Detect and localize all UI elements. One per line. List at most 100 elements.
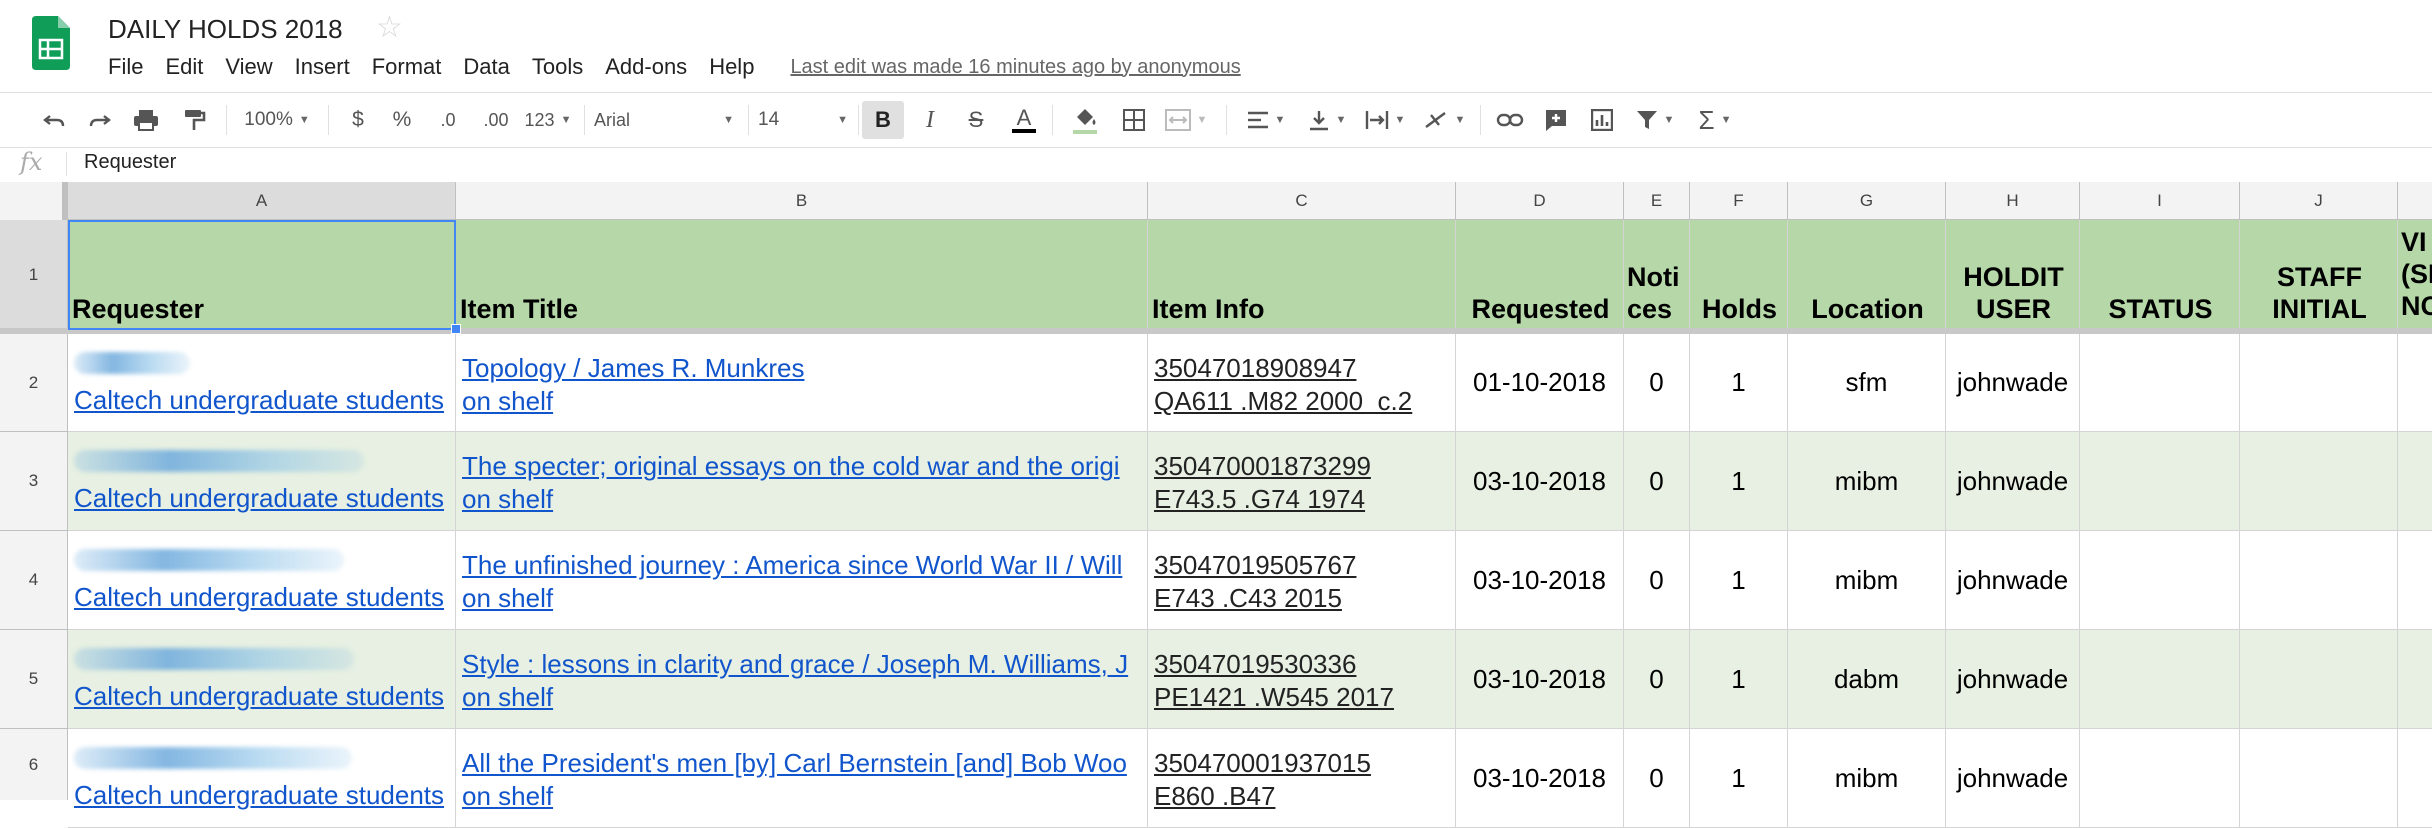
- cell-staff[interactable]: [2240, 432, 2398, 531]
- column-header-k[interactable]: [2398, 182, 2432, 220]
- barcode-link[interactable]: 350470001873299: [1154, 451, 1371, 481]
- call-number-link[interactable]: QA611 .M82 2000 c.2: [1154, 386, 1412, 416]
- cell-title[interactable]: The specter; original essays on the cold…: [456, 432, 1148, 531]
- header-cell-status[interactable]: STATUS: [2080, 220, 2240, 330]
- requester-link[interactable]: Caltech undergraduate students: [74, 582, 444, 613]
- column-header-e[interactable]: E: [1624, 182, 1690, 220]
- document-title[interactable]: DAILY HOLDS 2018: [108, 14, 343, 45]
- vertical-align-icon[interactable]: ▼: [1302, 93, 1352, 147]
- column-header-i[interactable]: I: [2080, 182, 2240, 220]
- cell-extra[interactable]: [2398, 630, 2432, 729]
- cell-location[interactable]: sfm: [1788, 334, 1946, 432]
- cell-notices[interactable]: 0: [1624, 531, 1690, 630]
- cell-status[interactable]: [2080, 630, 2240, 729]
- insert-chart-icon[interactable]: [1582, 93, 1622, 147]
- font-size-select[interactable]: 14 ▼: [758, 93, 848, 147]
- barcode-link[interactable]: 35047018908947: [1154, 353, 1356, 383]
- redo-icon[interactable]: [82, 93, 118, 147]
- menu-format[interactable]: Format: [372, 54, 442, 80]
- cell-status[interactable]: [2080, 729, 2240, 828]
- cell-title[interactable]: Topology / James R. Munkres on shelf: [456, 334, 1148, 432]
- row-header-5[interactable]: 5: [0, 630, 68, 729]
- fill-color-icon[interactable]: [1066, 93, 1104, 147]
- barcode-link[interactable]: 35047019530336: [1154, 649, 1356, 679]
- cell-holds[interactable]: 1: [1690, 630, 1788, 729]
- cell-info[interactable]: 350470001937015 E860 .B47: [1148, 729, 1456, 828]
- header-cell-location[interactable]: Location: [1788, 220, 1946, 330]
- cell-holds[interactable]: 1: [1690, 531, 1788, 630]
- cell-extra[interactable]: [2398, 729, 2432, 828]
- more-formats-select[interactable]: 123 ▼: [522, 93, 574, 147]
- zoom-select[interactable]: 100% ▼: [236, 93, 318, 147]
- horizontal-align-icon[interactable]: ▼: [1240, 93, 1292, 147]
- cell-requested[interactable]: 03-10-2018: [1456, 432, 1624, 531]
- menu-edit[interactable]: Edit: [165, 54, 203, 80]
- cell-info[interactable]: 350470001873299 E743.5 .G74 1974: [1148, 432, 1456, 531]
- cell-extra[interactable]: [2398, 334, 2432, 432]
- requester-link[interactable]: Caltech undergraduate students: [74, 483, 444, 514]
- cell-title[interactable]: All the President's men [by] Carl Bernst…: [456, 729, 1148, 828]
- cell-notices[interactable]: 0: [1624, 729, 1690, 828]
- shelf-status-link[interactable]: on shelf: [462, 781, 553, 811]
- barcode-link[interactable]: 350470001937015: [1154, 748, 1371, 778]
- cell-user[interactable]: johnwade: [1946, 729, 2080, 828]
- cell-location[interactable]: mibm: [1788, 432, 1946, 531]
- call-number-link[interactable]: E860 .B47: [1154, 781, 1275, 811]
- cell-user[interactable]: johnwade: [1946, 630, 2080, 729]
- cell-location[interactable]: dabm: [1788, 630, 1946, 729]
- cell-user[interactable]: johnwade: [1946, 334, 2080, 432]
- menu-file[interactable]: File: [108, 54, 143, 80]
- text-color-button[interactable]: A: [1006, 93, 1042, 147]
- header-cell-item-info[interactable]: Item Info: [1148, 220, 1456, 330]
- row-header-1[interactable]: 1: [0, 220, 68, 330]
- cell-location[interactable]: mibm: [1788, 531, 1946, 630]
- decrease-decimal-button[interactable]: .0: [430, 93, 466, 147]
- call-number-link[interactable]: E743.5 .G74 1974: [1154, 484, 1365, 514]
- text-rotation-icon[interactable]: ▼: [1418, 93, 1470, 147]
- strikethrough-button[interactable]: S: [958, 93, 994, 147]
- column-header-j[interactable]: J: [2240, 182, 2398, 220]
- cell-title[interactable]: The unfinished journey : America since W…: [456, 531, 1148, 630]
- last-edit-link[interactable]: Last edit was made 16 minutes ago by ano…: [790, 56, 1240, 79]
- select-all-corner[interactable]: [0, 182, 67, 221]
- column-header-d[interactable]: D: [1456, 182, 1624, 220]
- menu-data[interactable]: Data: [463, 54, 509, 80]
- cell-holds[interactable]: 1: [1690, 334, 1788, 432]
- item-title-link[interactable]: All the President's men [by] Carl Bernst…: [462, 748, 1127, 778]
- item-title-link[interactable]: The unfinished journey : America since W…: [462, 550, 1122, 580]
- font-family-select[interactable]: Arial ▼: [594, 93, 734, 147]
- header-cell-notices[interactable]: Noti ces: [1624, 220, 1690, 330]
- column-header-c[interactable]: C: [1148, 182, 1456, 220]
- undo-icon[interactable]: [36, 93, 72, 147]
- item-title-link[interactable]: The specter; original essays on the cold…: [462, 451, 1120, 481]
- cell-status[interactable]: [2080, 432, 2240, 531]
- cell-requester[interactable]: Caltech undergraduate students: [68, 334, 456, 432]
- cell-notices[interactable]: 0: [1624, 334, 1690, 432]
- call-number-link[interactable]: E743 .C43 2015: [1154, 583, 1342, 613]
- print-icon[interactable]: [128, 93, 164, 147]
- star-icon[interactable]: ☆: [376, 10, 403, 45]
- cell-notices[interactable]: 0: [1624, 432, 1690, 531]
- cell-notices[interactable]: 0: [1624, 630, 1690, 729]
- cell-location[interactable]: mibm: [1788, 729, 1946, 828]
- cell-status[interactable]: [2080, 531, 2240, 630]
- column-header-g[interactable]: G: [1788, 182, 1946, 220]
- menu-tools[interactable]: Tools: [532, 54, 583, 80]
- cell-title[interactable]: Style : lessons in clarity and grace / J…: [456, 630, 1148, 729]
- cell-extra[interactable]: [2398, 531, 2432, 630]
- menu-help[interactable]: Help: [709, 54, 754, 80]
- shelf-status-link[interactable]: on shelf: [462, 583, 553, 613]
- cell-info[interactable]: 35047019530336 PE1421 .W545 2017: [1148, 630, 1456, 729]
- cell-staff[interactable]: [2240, 630, 2398, 729]
- increase-decimal-button[interactable]: .00: [474, 93, 518, 147]
- filter-icon[interactable]: ▼: [1630, 93, 1680, 147]
- column-header-h[interactable]: H: [1946, 182, 2080, 220]
- cell-status[interactable]: [2080, 334, 2240, 432]
- column-header-b[interactable]: B: [456, 182, 1148, 220]
- header-cell-overflow[interactable]: VI (SI NC: [2398, 220, 2432, 330]
- cell-requester[interactable]: Caltech undergraduate students: [68, 531, 456, 630]
- cell-requester[interactable]: Caltech undergraduate students: [68, 630, 456, 729]
- shelf-status-link[interactable]: on shelf: [462, 484, 553, 514]
- sheets-logo-icon[interactable]: [32, 16, 70, 70]
- menu-view[interactable]: View: [225, 54, 272, 80]
